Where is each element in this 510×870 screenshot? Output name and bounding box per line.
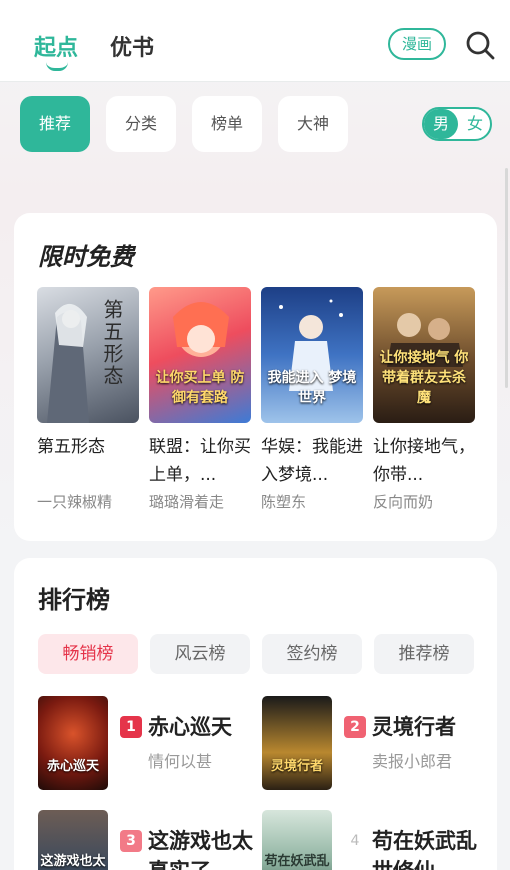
gender-male-option[interactable]: 男 [424, 109, 458, 139]
chip-ranking[interactable]: 榜单 [192, 96, 262, 152]
book-author: 反向而奶 [373, 493, 434, 511]
book-item[interactable]: 我能进入 梦境世界 华娱：我能进入梦境... 陈塑东 [261, 287, 363, 512]
book-cover: 第五形态 [37, 287, 139, 423]
cover-title-text: 第五形态 [100, 299, 124, 387]
rank-list-item[interactable]: 赤心巡天 1 赤心巡天 情何以甚 [38, 696, 258, 791]
rank-number-badge: 4 [350, 833, 360, 849]
active-tab-indicator [46, 62, 68, 71]
chip-recommend[interactable]: 推荐 [20, 96, 90, 152]
book-cover: 苟在妖武乱世修仙 [262, 810, 332, 870]
cover-title-text: 这游戏也太真实了 [40, 854, 106, 869]
scroll-indicator[interactable] [505, 168, 508, 388]
section-title-ranking: 排行榜 [38, 586, 110, 614]
rank-list-item[interactable]: 苟在妖武乱世修仙 4 苟在妖武乱世修仙 [262, 810, 482, 870]
rank-number-badge: 1 [120, 716, 142, 738]
cover-title-text: 让你买上单 防御有套路 [155, 370, 245, 406]
book-title: 华娱：我能进入梦境... [261, 437, 363, 485]
book-author: 璐璐滑着走 [149, 493, 225, 511]
manga-button[interactable]: 漫画 [388, 28, 446, 60]
section-title-free: 限时免费 [38, 243, 134, 271]
book-cover: 让你买上单 防御有套路 [149, 287, 251, 423]
gender-female-option[interactable]: 女 [460, 109, 490, 139]
rank-list-item[interactable]: 灵境行者 2 灵境行者 卖报小郎君 [262, 696, 482, 791]
cover-title-text: 赤心巡天 [46, 759, 99, 774]
book-author: 陈塑东 [261, 493, 307, 511]
rank-number-badge: 3 [120, 830, 142, 852]
tab-qidian[interactable]: 起点 [34, 30, 78, 62]
tab-signed[interactable]: 签约榜 [262, 634, 362, 674]
cover-title-text: 让你接地气 你带着群友去杀魔 [379, 350, 469, 406]
tab-trending[interactable]: 风云榜 [150, 634, 250, 674]
book-cover: 灵境行者 [262, 696, 332, 790]
book-item[interactable]: 第五形态 第五形态 一只辣椒精 [37, 287, 139, 512]
book-author: 一只辣椒精 [37, 493, 113, 511]
cover-title-text: 我能进入 梦境世界 [267, 370, 357, 406]
rank-book-name: 赤心巡天 [148, 715, 232, 739]
rank-book-name: 灵境行者 [372, 715, 456, 739]
rank-book-author: 情何以甚 [148, 752, 213, 771]
book-cover: 我能进入 梦境世界 [261, 287, 363, 423]
book-cover: 让你接地气 你带着群友去杀魔 [373, 287, 475, 423]
ranking-card: 排行榜 畅销榜 风云榜 签约榜 推荐榜 赤心巡天 1 赤心巡天 情何以甚 灵境行… [14, 558, 497, 870]
search-icon[interactable] [464, 29, 496, 61]
book-cover: 赤心巡天 [38, 696, 108, 790]
book-item[interactable]: 让你买上单 防御有套路 联盟：让你买上单，... 璐璐滑着走 [149, 287, 251, 512]
rank-number-badge: 2 [344, 716, 366, 738]
rank-book-name: 这游戏也太真实了 [148, 829, 253, 870]
category-filter-bar: 推荐 分类 榜单 大神 男 女 [0, 82, 510, 168]
cover-title-text: 灵境行者 [270, 759, 323, 774]
chip-masters[interactable]: 大神 [278, 96, 348, 152]
free-books-card: 限时免费 第五形态 第五形态 一只辣椒精 让你买上单 防御有套路 联盟：让你买上… [14, 213, 497, 541]
top-navigation: 起点 优书 漫画 [0, 0, 510, 82]
book-cover: 这游戏也太真实了 [38, 810, 108, 870]
rank-book-name: 苟在妖武乱世修仙 [372, 829, 477, 870]
chip-category[interactable]: 分类 [106, 96, 176, 152]
rank-book-author: 卖报小郎君 [372, 752, 453, 771]
book-title: 让你接地气，你带... [373, 437, 475, 485]
cover-title-text: 苟在妖武乱世修仙 [264, 854, 330, 869]
tab-bestseller[interactable]: 畅销榜 [38, 634, 138, 674]
book-item[interactable]: 让你接地气 你带着群友去杀魔 让你接地气，你带... 反向而奶 [373, 287, 475, 512]
book-title: 联盟：让你买上单，... [149, 437, 251, 485]
tab-youshu[interactable]: 优书 [110, 30, 154, 62]
rank-list-item[interactable]: 这游戏也太真实了 3 这游戏也太真实了 [38, 810, 258, 870]
book-title: 第五形态 [37, 437, 105, 457]
tab-recommended[interactable]: 推荐榜 [374, 634, 474, 674]
gender-toggle[interactable]: 男 女 [422, 107, 492, 141]
